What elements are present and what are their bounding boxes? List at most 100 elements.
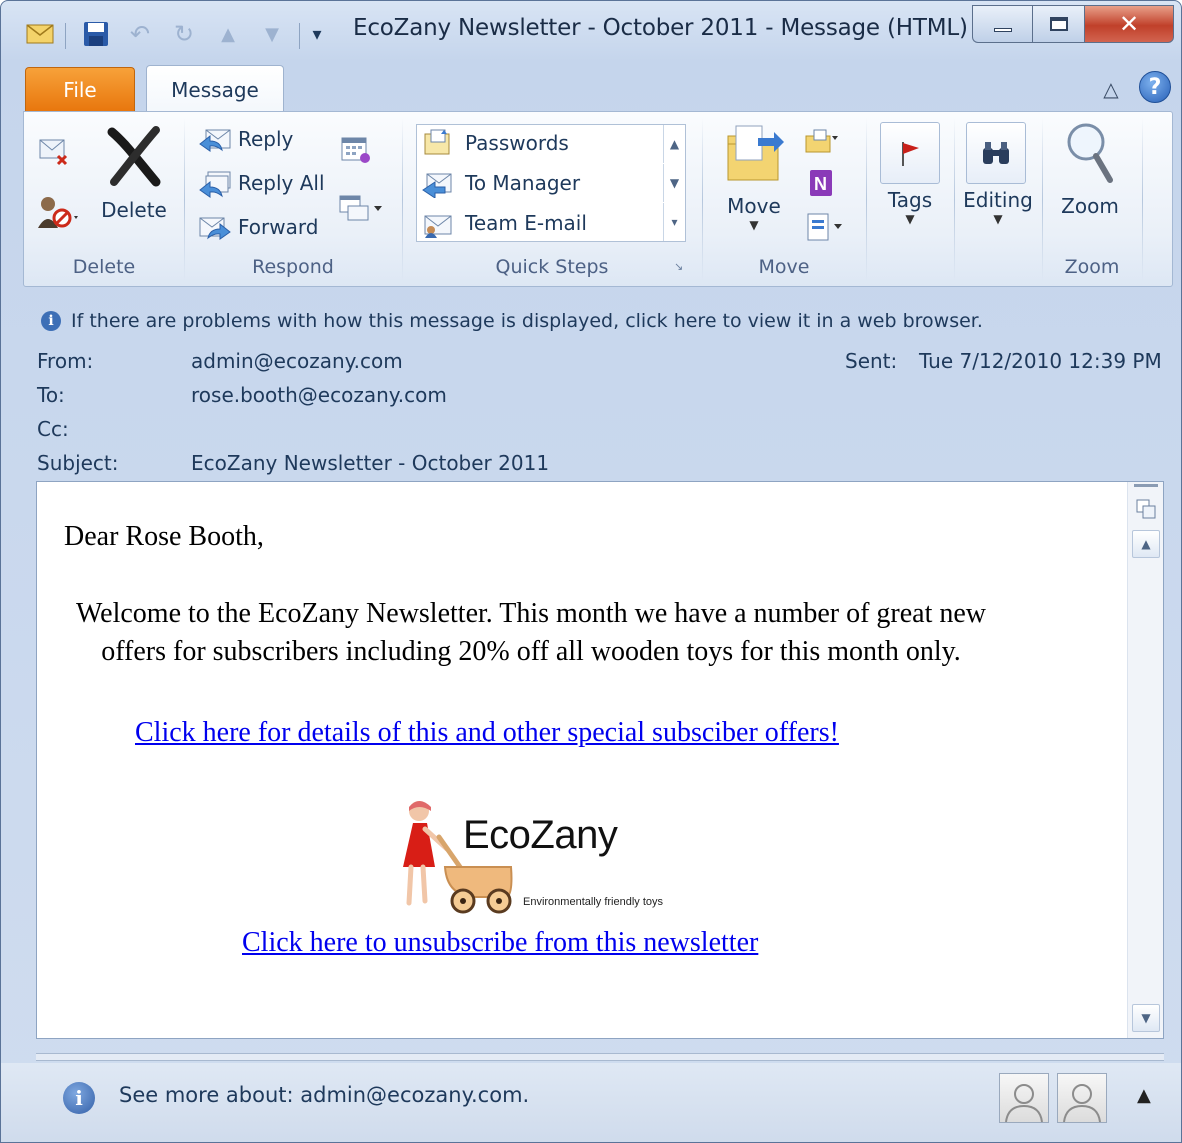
offers-link[interactable]: Click here for details of this and other… bbox=[135, 717, 839, 749]
window-title: EcoZany Newsletter - October 2011 - Mess… bbox=[353, 15, 968, 41]
subject-value: EcoZany Newsletter - October 2011 bbox=[191, 451, 550, 475]
sent-label: Sent: bbox=[845, 349, 898, 373]
delete-x-icon bbox=[107, 126, 161, 187]
ignore-icon[interactable] bbox=[36, 132, 76, 172]
to-label: To: bbox=[37, 383, 65, 407]
expand-people-pane-icon[interactable]: ▲ bbox=[1137, 1085, 1151, 1106]
onenote-button[interactable]: N bbox=[804, 168, 834, 198]
people-pane-text[interactable]: See more about: admin@ecozany.com. bbox=[119, 1083, 529, 1107]
group-label-zoom: Zoom bbox=[1064, 256, 1120, 278]
minimize-ribbon-icon[interactable]: △ bbox=[1099, 77, 1123, 101]
tags-dropdown-icon: ▼ bbox=[905, 212, 915, 226]
tags-label: Tags bbox=[887, 188, 933, 212]
to-manager-icon bbox=[421, 168, 455, 198]
split-handle[interactable] bbox=[1134, 484, 1158, 487]
close-icon: ✕ bbox=[1118, 10, 1140, 38]
editing-dropdown-icon: ▼ bbox=[993, 212, 1003, 226]
tags-icon[interactable] bbox=[880, 122, 940, 184]
magnifier-icon bbox=[1067, 123, 1113, 183]
greeting: Dear Rose Booth, bbox=[64, 521, 264, 552]
body-scrollbar[interactable]: ▲ ▼ bbox=[1127, 482, 1163, 1038]
svg-text:N: N bbox=[814, 174, 827, 194]
junk-icon[interactable] bbox=[36, 192, 82, 232]
tab-file[interactable]: File bbox=[25, 67, 135, 112]
group-label-respond: Respond bbox=[252, 256, 334, 278]
gallery-scroll-down[interactable]: ▼ bbox=[663, 164, 685, 202]
reply-all-icon bbox=[198, 168, 232, 198]
forward-button[interactable]: Forward bbox=[198, 212, 318, 242]
quick-step-label: To Manager bbox=[465, 171, 581, 195]
more-respond-icon[interactable] bbox=[338, 192, 384, 228]
delete-label: Delete bbox=[101, 198, 167, 222]
logo-brand-text: EcoZany bbox=[463, 813, 618, 857]
next-item-icon[interactable]: ▼ bbox=[257, 17, 287, 51]
to-value[interactable]: rose.booth@ecozany.com bbox=[191, 383, 447, 407]
reply-icon bbox=[198, 124, 232, 154]
recipient-avatar[interactable] bbox=[1057, 1073, 1107, 1123]
move-folder-icon bbox=[727, 125, 784, 181]
move-to-folder-icon bbox=[421, 128, 455, 158]
close-button[interactable]: ✕ bbox=[1084, 5, 1174, 43]
zoom-button[interactable]: Zoom bbox=[1048, 120, 1132, 250]
tags-button[interactable]: Tags ▼ bbox=[866, 188, 954, 226]
info-icon: i bbox=[41, 311, 61, 331]
forward-label: Forward bbox=[238, 215, 319, 239]
meeting-reply-icon[interactable] bbox=[338, 132, 378, 168]
logo-tagline: Environmentally friendly toys bbox=[523, 896, 664, 908]
move-button[interactable]: Move ▼ bbox=[714, 122, 794, 252]
customize-qat-icon[interactable]: ▾ bbox=[305, 17, 329, 51]
reply-button[interactable]: Reply bbox=[198, 124, 293, 154]
rules-button[interactable] bbox=[804, 126, 840, 156]
quick-steps-gallery: Passwords To Manager Team E-mail ▲ ▼ ▾ bbox=[416, 124, 686, 242]
group-separator bbox=[1142, 118, 1143, 282]
view-toggle-icon[interactable] bbox=[1132, 496, 1160, 522]
move-label: Move bbox=[727, 194, 781, 218]
actions-icon bbox=[804, 212, 844, 242]
maximize-button[interactable] bbox=[1032, 5, 1084, 43]
save-icon[interactable] bbox=[81, 17, 111, 51]
delete-button[interactable]: Delete bbox=[96, 124, 172, 254]
from-label: From: bbox=[37, 349, 94, 373]
subject-label: Subject: bbox=[37, 451, 119, 475]
binoculars-icon[interactable] bbox=[966, 122, 1026, 184]
scroll-up-button[interactable]: ▲ bbox=[1132, 530, 1160, 558]
actions-button[interactable] bbox=[804, 212, 844, 242]
welcome-paragraph: Welcome to the EcoZany Newsletter. This … bbox=[75, 598, 987, 667]
sent-value: Tue 7/12/2010 12:39 PM bbox=[919, 349, 1162, 373]
undo-icon[interactable]: ↶ bbox=[125, 17, 155, 51]
people-pane-splitter[interactable] bbox=[36, 1053, 1164, 1061]
previous-item-icon[interactable]: ▲ bbox=[213, 17, 243, 51]
info-bar-text: If there are problems with how this mess… bbox=[71, 310, 983, 332]
reply-label: Reply bbox=[238, 127, 294, 151]
divider bbox=[65, 23, 66, 49]
gallery-more[interactable]: ▾ bbox=[663, 203, 685, 241]
help-icon[interactable]: ? bbox=[1139, 71, 1171, 103]
group-label-quick-steps: Quick Steps bbox=[495, 256, 609, 278]
info-bar[interactable]: i If there are problems with how this me… bbox=[41, 305, 1161, 337]
ribbon: Delete Delete Reply Reply All Forward Re… bbox=[23, 111, 1173, 287]
maximize-icon bbox=[1049, 17, 1068, 31]
quick-step-label: Passwords bbox=[465, 131, 569, 155]
quick-step-to-manager[interactable]: To Manager bbox=[421, 165, 580, 201]
cc-label: Cc: bbox=[37, 417, 69, 441]
redo-icon[interactable]: ↻ bbox=[169, 17, 199, 51]
quick-step-passwords[interactable]: Passwords bbox=[421, 125, 569, 161]
unsubscribe-link[interactable]: Click here to unsubscribe from this news… bbox=[242, 927, 758, 959]
minimize-button[interactable] bbox=[972, 5, 1032, 43]
envelope-icon bbox=[25, 17, 55, 51]
zoom-label: Zoom bbox=[1061, 194, 1119, 218]
reply-all-button[interactable]: Reply All bbox=[198, 168, 325, 198]
tab-message[interactable]: Message bbox=[146, 65, 284, 113]
onenote-icon: N bbox=[804, 168, 834, 198]
sender-avatar[interactable] bbox=[999, 1073, 1049, 1123]
quick-step-label: Team E-mail bbox=[465, 211, 587, 235]
reply-all-label: Reply All bbox=[238, 171, 325, 195]
scroll-down-button[interactable]: ▼ bbox=[1132, 1004, 1160, 1032]
from-value[interactable]: admin@ecozany.com bbox=[191, 349, 403, 373]
quick-step-team-email[interactable]: Team E-mail bbox=[421, 205, 587, 241]
gallery-scroll-up[interactable]: ▲ bbox=[663, 125, 685, 163]
group-label-delete: Delete bbox=[72, 256, 136, 278]
dialog-launcher-icon[interactable]: ↘ bbox=[674, 260, 688, 274]
editing-button[interactable]: Editing ▼ bbox=[954, 188, 1042, 226]
divider bbox=[299, 23, 300, 49]
